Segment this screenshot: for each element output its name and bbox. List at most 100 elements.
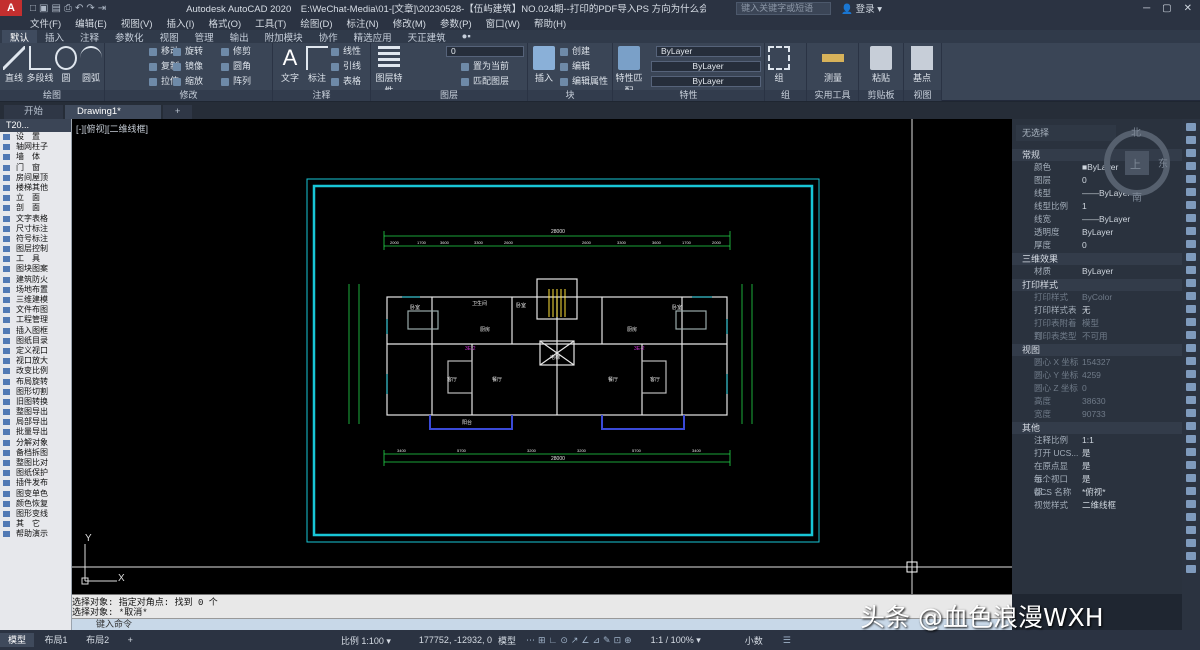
palette-item[interactable]: 图形变线 [0, 509, 71, 519]
tool-icon[interactable] [1186, 240, 1196, 248]
menu-insert[interactable]: 插入(I) [166, 16, 194, 30]
menu-window[interactable]: 窗口(W) [486, 16, 520, 30]
tool-icon[interactable] [1186, 188, 1196, 196]
property-row[interactable]: 圆心 Y 坐标 4259 [1012, 369, 1182, 382]
tool-icon[interactable] [1186, 305, 1196, 313]
match-layer-button[interactable]: 匹配图层 [461, 75, 509, 88]
fillet-button[interactable]: 圆角 [221, 60, 251, 73]
panel-modify-label[interactable]: 修改 [105, 90, 272, 101]
layout-tab-1[interactable]: 布局1 [37, 633, 76, 647]
panel-groups-label[interactable]: 组 [765, 90, 806, 101]
set-current-button[interactable]: 置为当前 [461, 60, 509, 73]
trim-button[interactable]: 修剪 [221, 45, 251, 58]
palette-item[interactable]: 剖 面 [0, 203, 71, 213]
tool-icon[interactable] [1186, 487, 1196, 495]
tool-icon[interactable] [1186, 344, 1196, 352]
close-icon[interactable]: ✕ [1184, 3, 1192, 14]
palette-item[interactable]: 场地布置 [0, 285, 71, 295]
linear-dim-button[interactable]: 线性 [331, 45, 361, 58]
palette-title[interactable]: T20... [0, 119, 71, 132]
scale-button[interactable]: 缩放 [173, 75, 203, 88]
tool-icon[interactable] [1186, 227, 1196, 235]
palette-item[interactable]: 文字表格 [0, 214, 71, 224]
color-dropdown[interactable]: ByLayer [656, 46, 761, 57]
tab-manage[interactable]: 管理 [187, 30, 222, 44]
tool-icon[interactable] [1186, 149, 1196, 157]
palette-item[interactable]: 分解对象 [0, 438, 71, 448]
palette-item[interactable]: 插入图框 [0, 326, 71, 336]
tool-icon[interactable] [1186, 370, 1196, 378]
layer-dropdown[interactable]: 0 [446, 46, 524, 57]
property-row[interactable]: 打印样式 ByColor [1012, 291, 1182, 304]
palette-item[interactable]: 建筑防火 [0, 275, 71, 285]
palette-item[interactable]: 帮助演示 [0, 529, 71, 539]
menu-edit[interactable]: 编辑(E) [75, 16, 107, 30]
minimize-icon[interactable]: ─ [1143, 3, 1150, 14]
palette-item[interactable]: 图块图案 [0, 264, 71, 274]
palette-item[interactable]: 旧图转换 [0, 397, 71, 407]
edit-block-button[interactable]: 编辑 [560, 60, 590, 73]
property-row[interactable]: UCS 名称 *俯视* [1012, 486, 1182, 499]
panel-block-label[interactable]: 块 [528, 90, 612, 101]
drafting-toggles[interactable]: ⋯⊞∟⊙↗∠⊿✎⊡⊕ [526, 635, 635, 646]
lineweight-dropdown[interactable]: ByLayer [651, 76, 761, 87]
tab-addins[interactable]: 附加模块 [257, 30, 311, 44]
tool-icon[interactable] [1186, 175, 1196, 183]
property-row[interactable]: 打印表类型 不可用 [1012, 330, 1182, 343]
tool-icon[interactable] [1186, 136, 1196, 144]
menu-file[interactable]: 文件(F) [30, 16, 61, 30]
tool-icon[interactable] [1186, 253, 1196, 261]
property-row[interactable]: 高度 38630 [1012, 395, 1182, 408]
new-icon[interactable]: □ [30, 3, 36, 14]
tool-icon[interactable] [1186, 214, 1196, 222]
palette-item[interactable]: 轴网柱子 [0, 142, 71, 152]
tab-featured-apps[interactable]: 精选应用 [346, 30, 400, 44]
measure-button[interactable]: 测量 [819, 46, 847, 84]
share-icon[interactable]: ⇥ [98, 3, 106, 14]
palette-item[interactable]: 备档拆图 [0, 448, 71, 458]
tool-icon[interactable] [1186, 162, 1196, 170]
redo-icon[interactable]: ↷ [86, 3, 94, 14]
tool-icon[interactable] [1186, 461, 1196, 469]
doc-tab-drawing1[interactable]: Drawing1* [65, 105, 161, 119]
maximize-icon[interactable]: ▢ [1162, 3, 1171, 14]
palette-item[interactable]: 定义视口 [0, 346, 71, 356]
property-section-header[interactable]: 三维效果 [1012, 253, 1182, 265]
model-space-toggle[interactable]: 模型 [498, 634, 516, 647]
status-menu-icon[interactable]: ☰ [783, 635, 791, 646]
arc-button[interactable]: 圆弧 [77, 46, 105, 84]
mirror-button[interactable]: 镜像 [173, 60, 203, 73]
new-tab-button[interactable]: + [162, 105, 193, 119]
create-block-button[interactable]: 创建 [560, 45, 590, 58]
tab-output[interactable]: 输出 [222, 30, 257, 44]
palette-item[interactable]: 局部导出 [0, 417, 71, 427]
tool-icon[interactable] [1186, 357, 1196, 365]
property-row[interactable]: 打印样式表无 [1012, 304, 1182, 317]
tool-icon[interactable] [1186, 500, 1196, 508]
tool-icon[interactable] [1186, 383, 1196, 391]
palette-item[interactable]: 其 它 [0, 519, 71, 529]
property-row[interactable]: 视觉样式 二维线框 [1012, 499, 1182, 512]
palette-item[interactable]: 文件布图 [0, 305, 71, 315]
tool-icon[interactable] [1186, 565, 1196, 573]
property-row[interactable]: 线宽 ——ByLayer [1012, 213, 1182, 226]
dimension-button[interactable]: 标注 [303, 46, 331, 84]
linetype-dropdown[interactable]: ByLayer [651, 61, 761, 72]
tool-icon[interactable] [1186, 331, 1196, 339]
palette-item[interactable]: 图纸目录 [0, 336, 71, 346]
insert-block-button[interactable]: 插入 [530, 46, 558, 84]
layout-tab-2[interactable]: 布局2 [78, 633, 117, 647]
tool-icon[interactable] [1186, 422, 1196, 430]
palette-item[interactable]: 工程管理 [0, 315, 71, 325]
undo-icon[interactable]: ↶ [75, 3, 83, 14]
property-row[interactable]: 打开 UCS... 是 [1012, 447, 1182, 460]
autocad-logo[interactable]: A [0, 0, 22, 16]
paste-button[interactable]: 粘贴 [867, 46, 895, 84]
palette-item[interactable]: 颜色恢复 [0, 499, 71, 509]
viewcube[interactable]: 上 北 南 东 [1092, 123, 1172, 203]
tool-icon[interactable] [1186, 474, 1196, 482]
palette-item[interactable]: 楼梯其他 [0, 183, 71, 193]
palette-item[interactable]: 整图比对 [0, 458, 71, 468]
circle-button[interactable]: 圆 [52, 46, 80, 84]
property-section-header[interactable]: 打印样式 [1012, 279, 1182, 291]
